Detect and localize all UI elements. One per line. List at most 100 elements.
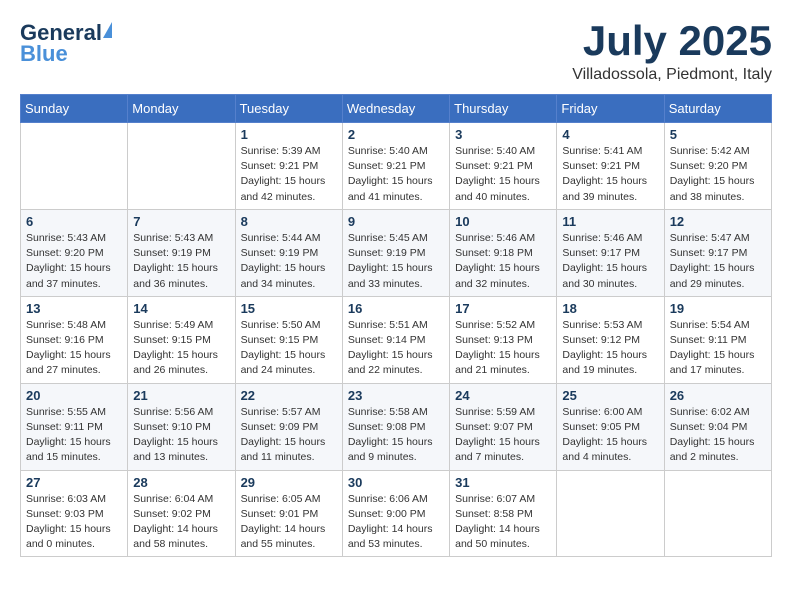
table-cell <box>557 470 664 557</box>
day-info: Sunrise: 5:56 AM Sunset: 9:10 PM Dayligh… <box>133 405 229 466</box>
day-info: Sunrise: 5:53 AM Sunset: 9:12 PM Dayligh… <box>562 318 658 379</box>
table-cell: 18Sunrise: 5:53 AM Sunset: 9:12 PM Dayli… <box>557 296 664 383</box>
day-number: 23 <box>348 388 444 403</box>
day-info: Sunrise: 5:50 AM Sunset: 9:15 PM Dayligh… <box>241 318 337 379</box>
day-info: Sunrise: 6:05 AM Sunset: 9:01 PM Dayligh… <box>241 492 337 553</box>
table-cell: 14 Sunrise: 5:49 AM Sunset: 9:15 PM Dayli… <box>128 296 235 383</box>
day-info: Sunrise: 6:06 AM Sunset: 9:00 PM Dayligh… <box>348 492 444 553</box>
day-info: Sunrise: 5:59 AM Sunset: 9:07 PM Dayligh… <box>455 405 551 466</box>
table-cell: 27Sunrise: 6:03 AM Sunset: 9:03 PM Dayli… <box>21 470 128 557</box>
table-cell: 12Sunrise: 5:47 AM Sunset: 9:17 PM Dayli… <box>664 209 771 296</box>
day-number: 14 <box>133 301 229 316</box>
calendar-header-row: Sunday Monday Tuesday Wednesday Thursday… <box>21 95 772 123</box>
day-number: 10 <box>455 214 551 229</box>
title-area: July 2025 Villadossola, Piedmont, Italy <box>572 20 772 84</box>
day-number: 4 <box>562 127 658 142</box>
table-cell: 3 Sunrise: 5:40 AM Sunset: 9:21 PM Daylig… <box>450 123 557 210</box>
day-info: Sunrise: 5:45 AM Sunset: 9:19 PM Dayligh… <box>348 231 444 292</box>
table-cell: 11 Sunrise: 5:46 AM Sunset: 9:17 PM Dayli… <box>557 209 664 296</box>
table-cell: 24 Sunrise: 5:59 AM Sunset: 9:07 PM Dayli… <box>450 383 557 470</box>
day-number: 29 <box>241 475 337 490</box>
col-tuesday: Tuesday <box>235 95 342 123</box>
col-saturday: Saturday <box>664 95 771 123</box>
table-cell: 13 Sunrise: 5:48 AM Sunset: 9:16 PM Dayli… <box>21 296 128 383</box>
table-cell: 28 Sunrise: 6:04 AM Sunset: 9:02 PM Dayli… <box>128 470 235 557</box>
day-number: 26 <box>670 388 766 403</box>
day-info: Sunrise: 5:57 AM Sunset: 9:09 PM Dayligh… <box>241 405 337 466</box>
day-number: 1 <box>241 127 337 142</box>
month-title: July 2025 <box>572 20 772 62</box>
day-info: Sunrise: 5:39 AM Sunset: 9:21 PM Dayligh… <box>241 144 337 205</box>
calendar-week-row: 6 Sunrise: 5:43 AM Sunset: 9:20 PM Daylig… <box>21 209 772 296</box>
table-cell: 16 Sunrise: 5:51 AM Sunset: 9:14 PM Dayli… <box>342 296 449 383</box>
day-info: Sunrise: 5:52 AM Sunset: 9:13 PM Dayligh… <box>455 318 551 379</box>
table-cell: 23 Sunrise: 5:58 AM Sunset: 9:08 PM Dayli… <box>342 383 449 470</box>
table-cell: 19 Sunrise: 5:54 AM Sunset: 9:11 PM Dayli… <box>664 296 771 383</box>
day-info: Sunrise: 5:46 AM Sunset: 9:17 PM Dayligh… <box>562 231 658 292</box>
day-info: Sunrise: 5:54 AM Sunset: 9:11 PM Dayligh… <box>670 318 766 379</box>
calendar-week-row: 1 Sunrise: 5:39 AM Sunset: 9:21 PM Daylig… <box>21 123 772 210</box>
day-number: 8 <box>241 214 337 229</box>
day-number: 20 <box>26 388 122 403</box>
day-info: Sunrise: 6:02 AM Sunset: 9:04 PM Dayligh… <box>670 405 766 466</box>
location: Villadossola, Piedmont, Italy <box>572 66 772 84</box>
table-cell: 17 Sunrise: 5:52 AM Sunset: 9:13 PM Dayli… <box>450 296 557 383</box>
table-cell: 26 Sunrise: 6:02 AM Sunset: 9:04 PM Dayli… <box>664 383 771 470</box>
table-cell: 29 Sunrise: 6:05 AM Sunset: 9:01 PM Dayli… <box>235 470 342 557</box>
day-info: Sunrise: 5:40 AM Sunset: 9:21 PM Dayligh… <box>455 144 551 205</box>
table-cell: 20 Sunrise: 5:55 AM Sunset: 9:11 PM Dayli… <box>21 383 128 470</box>
day-number: 17 <box>455 301 551 316</box>
table-cell: 21Sunrise: 5:56 AM Sunset: 9:10 PM Dayli… <box>128 383 235 470</box>
logo-text: General Blue <box>20 20 112 67</box>
day-number: 25 <box>562 388 658 403</box>
day-number: 24 <box>455 388 551 403</box>
day-info: Sunrise: 5:47 AM Sunset: 9:17 PM Dayligh… <box>670 231 766 292</box>
day-number: 19 <box>670 301 766 316</box>
day-number: 9 <box>348 214 444 229</box>
day-number: 11 <box>562 214 658 229</box>
day-number: 28 <box>133 475 229 490</box>
table-cell: 15Sunrise: 5:50 AM Sunset: 9:15 PM Dayli… <box>235 296 342 383</box>
col-wednesday: Wednesday <box>342 95 449 123</box>
table-cell: 4 Sunrise: 5:41 AM Sunset: 9:21 PM Daylig… <box>557 123 664 210</box>
day-number: 27 <box>26 475 122 490</box>
day-number: 6 <box>26 214 122 229</box>
day-number: 13 <box>26 301 122 316</box>
table-cell: 6 Sunrise: 5:43 AM Sunset: 9:20 PM Daylig… <box>21 209 128 296</box>
day-info: Sunrise: 5:58 AM Sunset: 9:08 PM Dayligh… <box>348 405 444 466</box>
day-info: Sunrise: 5:46 AM Sunset: 9:18 PM Dayligh… <box>455 231 551 292</box>
logo: General Blue <box>20 20 112 67</box>
table-cell: 31Sunrise: 6:07 AM Sunset: 8:58 PM Dayli… <box>450 470 557 557</box>
day-info: Sunrise: 5:48 AM Sunset: 9:16 PM Dayligh… <box>26 318 122 379</box>
table-cell <box>128 123 235 210</box>
col-sunday: Sunday <box>21 95 128 123</box>
day-info: Sunrise: 5:41 AM Sunset: 9:21 PM Dayligh… <box>562 144 658 205</box>
day-info: Sunrise: 5:51 AM Sunset: 9:14 PM Dayligh… <box>348 318 444 379</box>
day-info: Sunrise: 6:04 AM Sunset: 9:02 PM Dayligh… <box>133 492 229 553</box>
day-info: Sunrise: 5:49 AM Sunset: 9:15 PM Dayligh… <box>133 318 229 379</box>
table-cell: 25 Sunrise: 6:00 AM Sunset: 9:05 PM Dayli… <box>557 383 664 470</box>
calendar-table: Sunday Monday Tuesday Wednesday Thursday… <box>20 94 772 557</box>
day-number: 16 <box>348 301 444 316</box>
table-cell: 5Sunrise: 5:42 AM Sunset: 9:20 PM Daylig… <box>664 123 771 210</box>
table-cell <box>664 470 771 557</box>
day-number: 3 <box>455 127 551 142</box>
day-number: 2 <box>348 127 444 142</box>
table-cell: 7Sunrise: 5:43 AM Sunset: 9:19 PM Daylig… <box>128 209 235 296</box>
day-number: 22 <box>241 388 337 403</box>
day-info: Sunrise: 5:44 AM Sunset: 9:19 PM Dayligh… <box>241 231 337 292</box>
page-header: General Blue July 2025 Villadossola, Pie… <box>20 20 772 84</box>
day-info: Sunrise: 5:43 AM Sunset: 9:20 PM Dayligh… <box>26 231 122 292</box>
calendar-week-row: 13 Sunrise: 5:48 AM Sunset: 9:16 PM Dayli… <box>21 296 772 383</box>
day-info: Sunrise: 5:55 AM Sunset: 9:11 PM Dayligh… <box>26 405 122 466</box>
day-number: 30 <box>348 475 444 490</box>
table-cell: 1 Sunrise: 5:39 AM Sunset: 9:21 PM Daylig… <box>235 123 342 210</box>
day-info: Sunrise: 6:00 AM Sunset: 9:05 PM Dayligh… <box>562 405 658 466</box>
logo-triangle-icon <box>103 22 112 38</box>
calendar-week-row: 27Sunrise: 6:03 AM Sunset: 9:03 PM Dayli… <box>21 470 772 557</box>
calendar-week-row: 20 Sunrise: 5:55 AM Sunset: 9:11 PM Dayli… <box>21 383 772 470</box>
table-cell: 2Sunrise: 5:40 AM Sunset: 9:21 PM Daylig… <box>342 123 449 210</box>
table-cell: 30 Sunrise: 6:06 AM Sunset: 9:00 PM Dayli… <box>342 470 449 557</box>
day-number: 5 <box>670 127 766 142</box>
day-info: Sunrise: 5:43 AM Sunset: 9:19 PM Dayligh… <box>133 231 229 292</box>
